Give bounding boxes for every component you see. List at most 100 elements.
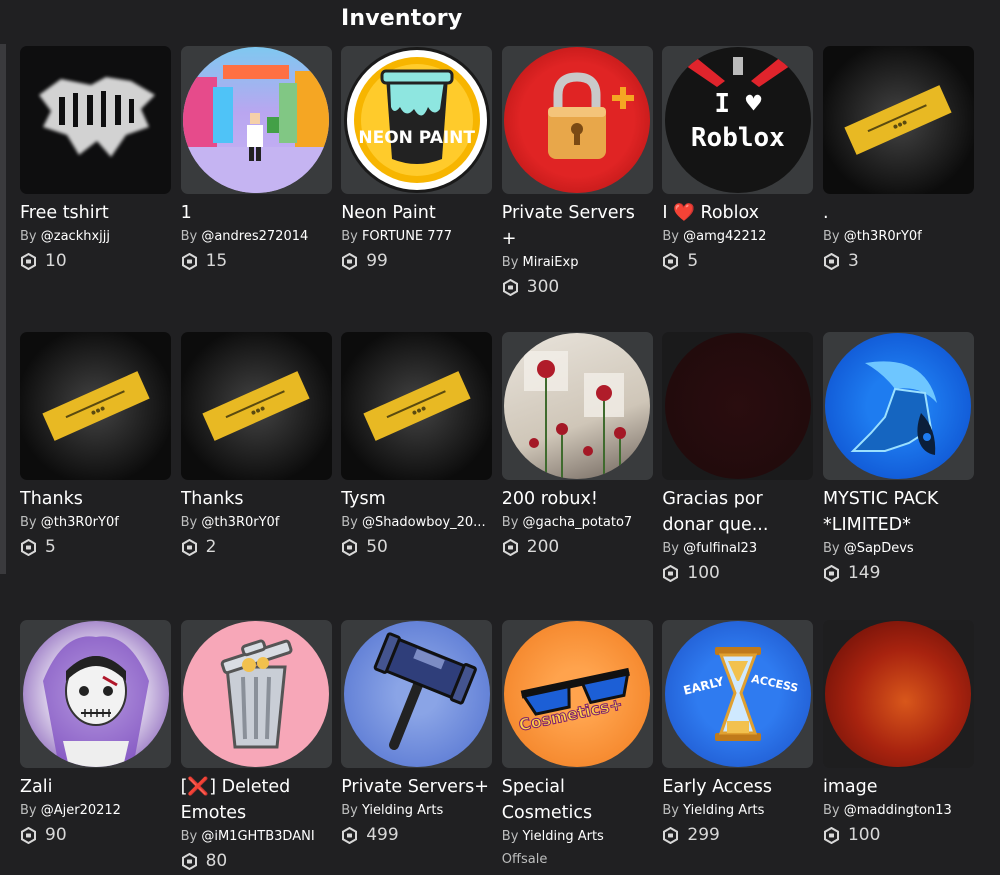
item-thumbnail[interactable] (822, 620, 974, 768)
creator-link[interactable]: @SapDevs (844, 541, 914, 556)
item-thumbnail[interactable] (501, 46, 653, 194)
item-card[interactable]: 200 robux! By @gacha_potato7 200 (501, 332, 653, 620)
item-name[interactable]: . (823, 200, 974, 226)
item-name[interactable]: Thanks (181, 486, 332, 512)
robux-icon (823, 826, 840, 844)
item-name[interactable]: Gracias por donar que... (662, 486, 813, 538)
item-name[interactable]: Special Cosmetics (502, 774, 653, 826)
item-thumbnail[interactable] (20, 620, 171, 768)
item-thumbnail[interactable]: EARLY ACCESS (662, 620, 814, 768)
by-label: By (501, 515, 523, 530)
creator-link[interactable]: Yielding Arts (523, 829, 604, 844)
by-label: By (822, 229, 844, 244)
item-card[interactable]: Gracias por donar que... By @fulfinal23 … (662, 332, 814, 620)
item-thumbnail[interactable]: I ♥ Roblox (662, 46, 814, 194)
creator-link[interactable]: Yielding Arts (362, 803, 443, 818)
item-name[interactable]: Zali (20, 774, 171, 800)
item-card[interactable]: Thanks By @th3R0rY0f 5 (20, 332, 171, 620)
item-card[interactable]: . By @th3R0rY0f 3 (822, 46, 974, 332)
price-value: 80 (205, 851, 228, 871)
item-card[interactable]: Thanks By @th3R0rY0f 2 (180, 332, 332, 620)
item-thumbnail[interactable] (341, 332, 493, 480)
creator-link[interactable]: @iM1GHTB3DANI (201, 829, 314, 844)
item-card[interactable]: image By @maddington13 100 (822, 620, 974, 875)
item-thumbnail[interactable] (20, 332, 171, 480)
item-card[interactable]: 1 By @andres272014 15 (180, 46, 332, 332)
item-name[interactable]: 1 (181, 200, 332, 226)
price-value: 499 (366, 825, 399, 845)
item-thumbnail[interactable] (501, 332, 653, 480)
by-label: By (662, 803, 684, 818)
robux-icon (502, 278, 519, 296)
creator-link[interactable]: @zackhxjjj (41, 229, 110, 244)
item-card[interactable]: Cosmetics+ Special Cosmetics By Yielding… (501, 620, 653, 875)
item-card[interactable]: [❌] Deleted Emotes By @iM1GHTB3DANI 80 (180, 620, 332, 875)
by-label: By (341, 515, 362, 530)
item-card[interactable]: Zali By @Ajer20212 90 (20, 620, 171, 875)
creator-link[interactable]: MiraiExp (523, 255, 579, 270)
creator-link[interactable]: @Shadowboy_20... (362, 515, 486, 530)
creator-link[interactable]: @gacha_potato7 (523, 515, 633, 530)
robux-icon (20, 538, 37, 556)
item-name[interactable]: Free tshirt (20, 200, 171, 226)
robux-icon (20, 826, 37, 844)
item-card[interactable]: MYSTIC PACK *LIMITED* By @SapDevs 149 (822, 332, 974, 620)
robux-icon (662, 252, 679, 270)
item-thumbnail[interactable]: Cosmetics+ (501, 620, 653, 768)
price-value: 100 (847, 825, 881, 845)
item-name[interactable]: Private Servers+ (341, 774, 492, 800)
creator-link[interactable]: @fulfinal23 (683, 541, 757, 556)
item-thumbnail[interactable]: NEON PAINT (341, 46, 493, 194)
left-scroll-edge (0, 44, 6, 574)
item-name[interactable]: Private Servers + (502, 200, 653, 252)
creator-link[interactable]: FORTUNE 777 (362, 229, 452, 244)
creator-link[interactable]: @th3R0rY0f (41, 515, 119, 530)
robux-icon (181, 852, 198, 870)
price-value: 299 (687, 825, 720, 845)
item-creator-line: By FORTUNE 777 (341, 227, 492, 247)
item-creator-line: By @andres272014 (181, 227, 332, 247)
robux-icon (823, 252, 840, 270)
game-scene-image (183, 47, 330, 193)
roblox-thumb-text-bottom: Roblox (690, 123, 785, 153)
creator-link[interactable]: @Ajer20212 (41, 803, 121, 818)
item-creator-line: By @fulfinal23 (662, 539, 813, 559)
item-thumbnail[interactable] (822, 46, 974, 194)
item-card[interactable]: Private Servers + By MiraiExp 300 (501, 46, 653, 332)
item-name[interactable]: MYSTIC PACK *LIMITED* (823, 486, 974, 538)
item-price: 2 (181, 536, 332, 558)
trash-can-image (183, 621, 330, 767)
item-thumbnail[interactable] (180, 620, 332, 768)
item-card[interactable]: Free tshirt By @zackhxjjj 10 (20, 46, 171, 332)
item-card[interactable]: EARLY ACCESS Early Access By Yielding Ar… (662, 620, 814, 875)
creator-link[interactable]: @maddington13 (844, 803, 952, 818)
item-name[interactable]: 200 robux! (502, 486, 653, 512)
item-name[interactable]: Neon Paint (341, 200, 492, 226)
page-title: Inventory (341, 6, 463, 31)
item-name[interactable]: [❌] Deleted Emotes (181, 774, 332, 826)
item-name[interactable]: Early Access (662, 774, 813, 800)
item-card[interactable]: Tysm By @Shadowboy_20... 50 (341, 332, 493, 620)
item-thumbnail[interactable] (180, 46, 332, 194)
item-thumbnail[interactable] (662, 332, 814, 480)
item-card[interactable]: NEON PAINT Neon Paint By FORTUNE 777 99 (341, 46, 493, 332)
creator-link[interactable]: @th3R0rY0f (201, 515, 279, 530)
creator-link[interactable]: @amg42212 (683, 229, 766, 244)
item-creator-line: By @SapDevs (823, 539, 974, 559)
item-thumbnail[interactable] (341, 620, 493, 768)
item-price: 5 (20, 536, 171, 558)
item-thumbnail[interactable] (20, 46, 171, 194)
item-card[interactable]: I ♥ Roblox I ❤️ Roblox By @amg42212 5 (662, 46, 814, 332)
creator-link[interactable]: @th3R0rY0f (844, 229, 922, 244)
robux-icon (181, 252, 198, 270)
item-name[interactable]: image (823, 774, 974, 800)
item-name[interactable]: Tysm (341, 486, 492, 512)
creator-link[interactable]: @andres272014 (201, 229, 308, 244)
item-creator-line: By @gacha_potato7 (502, 513, 653, 533)
item-thumbnail[interactable] (180, 332, 332, 480)
item-card[interactable]: Private Servers+ By Yielding Arts 499 (341, 620, 493, 875)
creator-link[interactable]: Yielding Arts (683, 803, 764, 818)
item-thumbnail[interactable] (822, 332, 974, 480)
item-name[interactable]: I ❤️ Roblox (662, 200, 813, 226)
item-name[interactable]: Thanks (20, 486, 171, 512)
